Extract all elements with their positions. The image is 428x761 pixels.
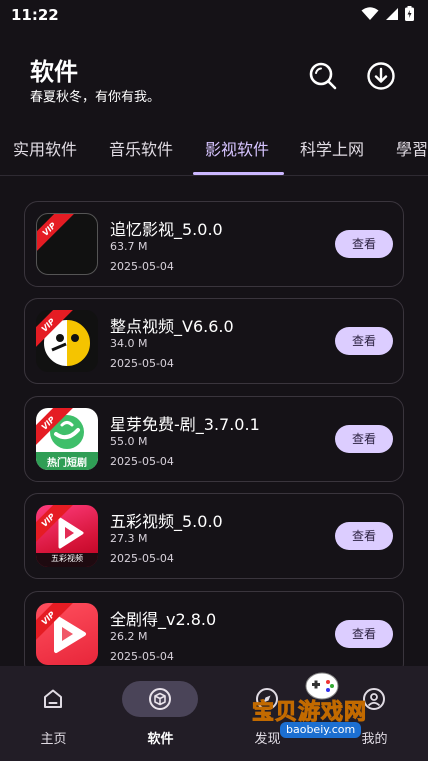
page-subtitle: 春夏秋冬，有你有我。 bbox=[30, 90, 161, 105]
watermark: 宝贝游戏网 baobeiy.com bbox=[251, 666, 402, 746]
app-icon-xingya: 热门短剧 VIP bbox=[36, 408, 98, 470]
app-name: 全剧得_v2.8.0 bbox=[110, 610, 217, 629]
app-name: 整点视频_V6.6.0 bbox=[110, 317, 234, 336]
app-date: 2025-05-04 bbox=[110, 552, 174, 565]
nav-label: 软件 bbox=[147, 732, 174, 747]
tab-video[interactable]: 影视软件 bbox=[205, 128, 269, 176]
status-icons bbox=[361, 6, 414, 21]
app-card[interactable]: VIP 全剧得_v2.8.0 26.2 M 2025-05-04 查看 bbox=[24, 591, 404, 666]
app-size: 34.0 M bbox=[110, 337, 148, 350]
view-button[interactable]: 查看 bbox=[335, 522, 393, 550]
nav-item-software[interactable]: 软件 bbox=[107, 666, 214, 761]
icon-caption: 五彩视频 bbox=[51, 554, 83, 563]
app-date: 2025-05-04 bbox=[110, 455, 174, 468]
battery-icon bbox=[405, 6, 414, 21]
app-size: 27.3 M bbox=[110, 532, 148, 545]
category-tabs: 实用软件 音乐软件 影视软件 科学上网 學習 bbox=[0, 128, 428, 176]
view-button[interactable]: 查看 bbox=[335, 230, 393, 258]
page-header: 软件 春夏秋冬，有你有我。 bbox=[0, 30, 428, 128]
view-button[interactable]: 查看 bbox=[335, 327, 393, 355]
status-time: 11:22 bbox=[11, 6, 59, 24]
app-card[interactable]: 五彩视频 VIP 五彩视频_5.0.0 27.3 M 2025-05-04 查看 bbox=[24, 493, 404, 579]
app-size: 63.7 M bbox=[110, 240, 148, 253]
signal-icon bbox=[386, 7, 398, 20]
app-name: 星芽免费-剧_3.7.0.1 bbox=[110, 415, 260, 434]
app-icon-zhengdian: VIP bbox=[36, 310, 98, 372]
tab-vpn[interactable]: 科学上网 bbox=[300, 128, 364, 176]
icon-caption: 热门短剧 bbox=[47, 458, 87, 469]
search-icon bbox=[309, 62, 337, 90]
download-button[interactable] bbox=[363, 58, 399, 94]
tab-music[interactable]: 音乐软件 bbox=[109, 128, 173, 176]
search-button[interactable] bbox=[305, 58, 341, 94]
app-list: VIP 追忆影视_5.0.0 63.7 M 2025-05-04 查看 VIP … bbox=[0, 176, 428, 666]
nav-label: 主页 bbox=[40, 732, 67, 747]
nav-item-home[interactable]: 主页 bbox=[0, 666, 107, 761]
app-date: 2025-05-04 bbox=[110, 650, 174, 663]
app-size: 55.0 M bbox=[110, 435, 148, 448]
download-icon bbox=[367, 62, 395, 90]
app-icon-quanjude: VIP bbox=[36, 603, 98, 665]
app-size: 26.2 M bbox=[110, 630, 148, 643]
watermark-url: baobeiy.com bbox=[280, 722, 362, 738]
app-date: 2025-05-04 bbox=[110, 357, 174, 370]
app-date: 2025-05-04 bbox=[110, 260, 174, 273]
cube-icon bbox=[149, 688, 171, 710]
tab-indicator bbox=[193, 172, 284, 175]
app-icon-zhuiyi: VIP bbox=[36, 213, 98, 275]
view-button[interactable]: 查看 bbox=[335, 425, 393, 453]
vip-badge: VIP bbox=[37, 214, 76, 256]
home-icon bbox=[44, 689, 62, 708]
tab-study[interactable]: 學習 bbox=[396, 128, 428, 176]
status-bar: 11:22 bbox=[0, 0, 428, 30]
wifi-icon bbox=[361, 6, 379, 20]
page-title: 软件 bbox=[30, 58, 78, 86]
view-button[interactable]: 查看 bbox=[335, 620, 393, 648]
app-name: 五彩视频_5.0.0 bbox=[110, 512, 223, 531]
app-card[interactable]: VIP 整点视频_V6.6.0 34.0 M 2025-05-04 查看 bbox=[24, 298, 404, 384]
app-card[interactable]: VIP 追忆影视_5.0.0 63.7 M 2025-05-04 查看 bbox=[24, 201, 404, 287]
tab-utility[interactable]: 实用软件 bbox=[13, 128, 77, 176]
app-icon-wucai: 五彩视频 VIP bbox=[36, 505, 98, 567]
app-card[interactable]: 热门短剧 VIP 星芽免费-剧_3.7.0.1 55.0 M 2025-05-0… bbox=[24, 396, 404, 482]
app-name: 追忆影视_5.0.0 bbox=[110, 220, 223, 239]
